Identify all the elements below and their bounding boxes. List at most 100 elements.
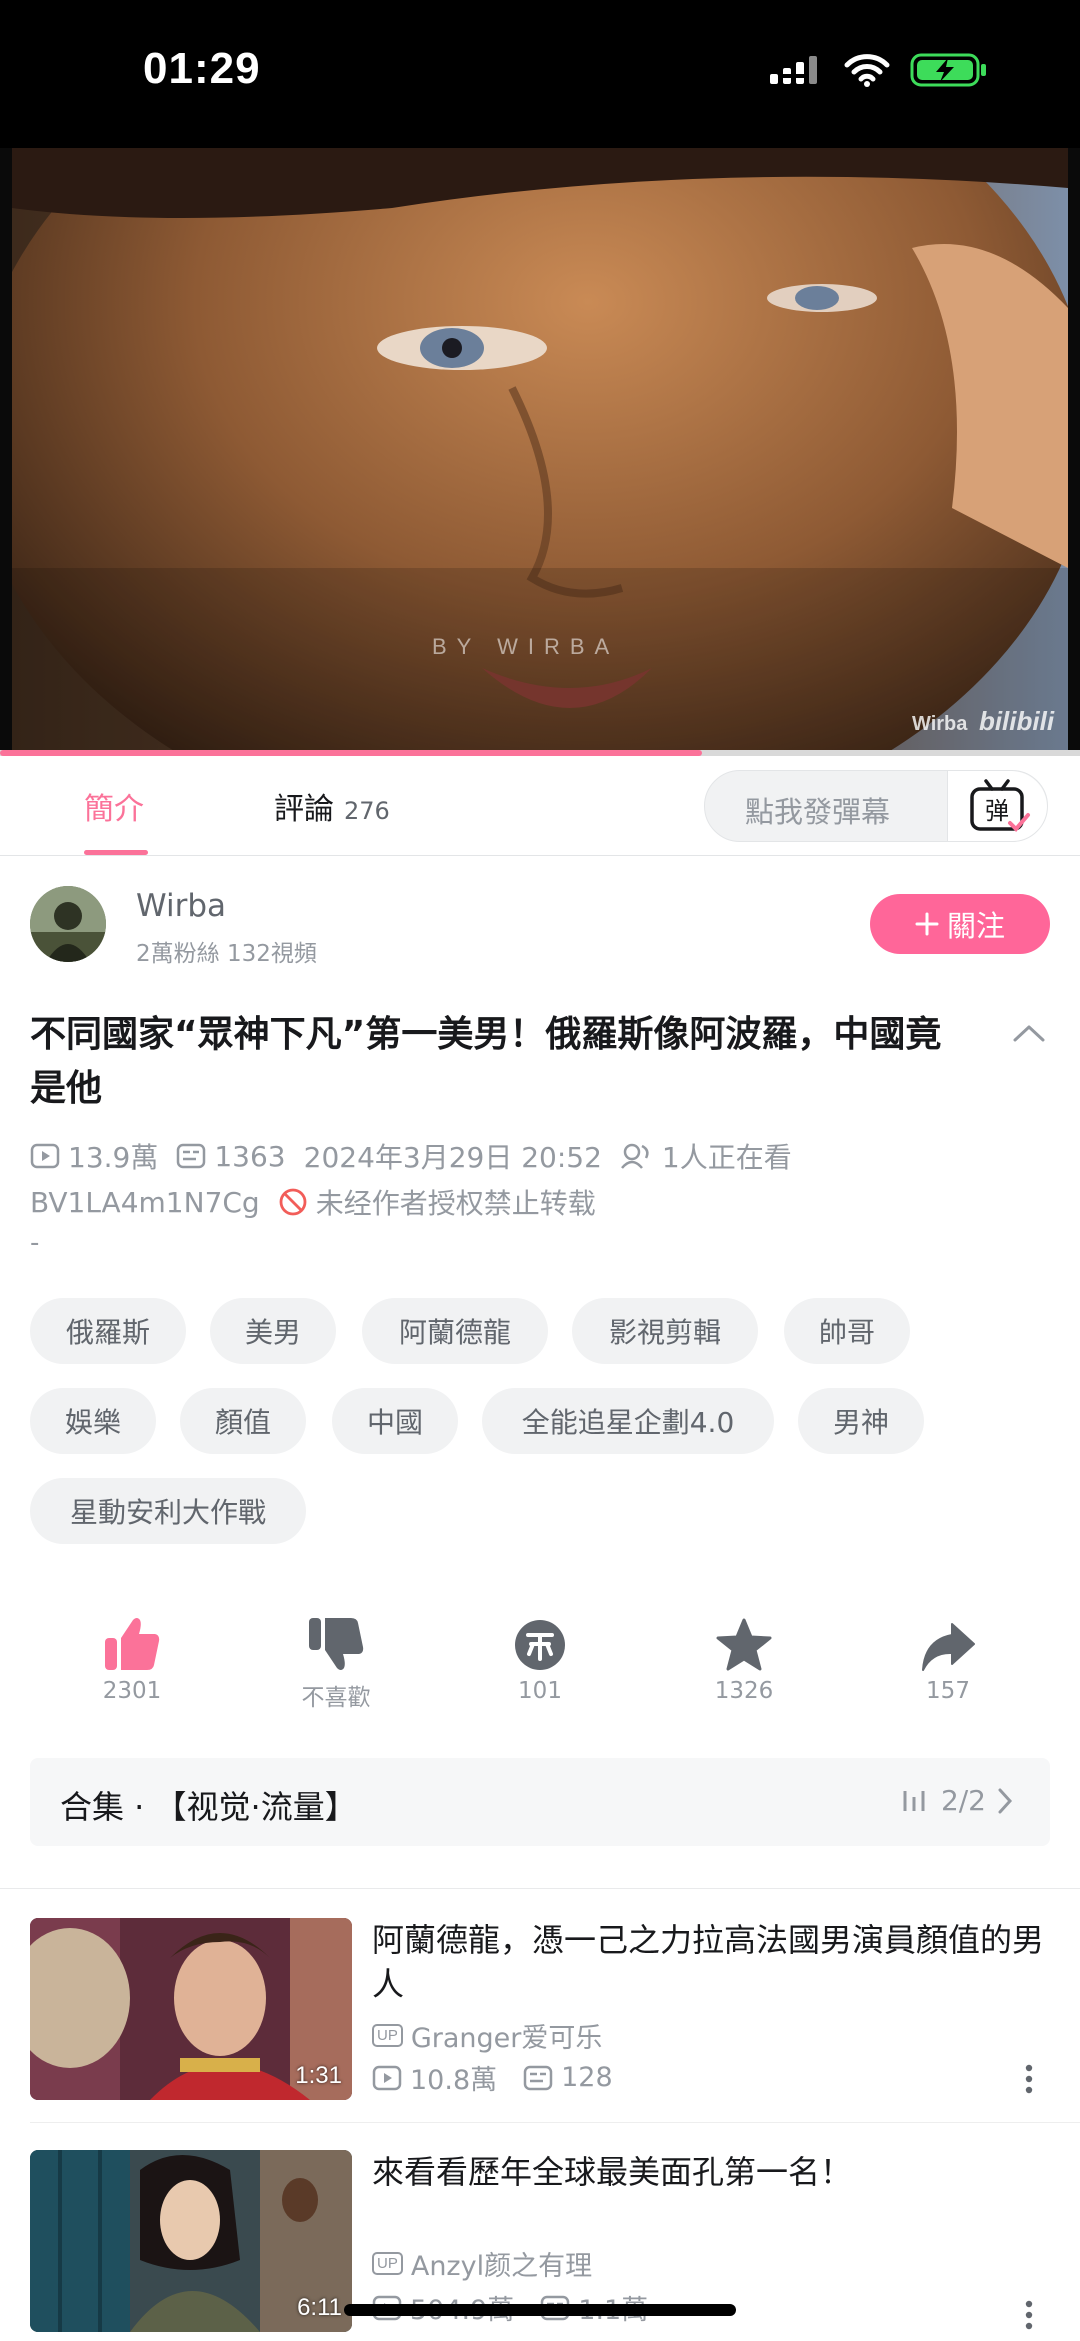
- dislike-label: 不喜歡: [301, 1685, 371, 1711]
- danmaku-input[interactable]: 點我發彈幕: [745, 789, 890, 831]
- tag-item[interactable]: 美男: [210, 1298, 336, 1364]
- follow-button[interactable]: 關注: [870, 894, 1050, 954]
- thumbs-down-icon: [309, 1618, 364, 1670]
- watermark-center: BY WIRBA: [432, 634, 620, 659]
- danmaku-toggle-button[interactable]: 弹: [947, 771, 1047, 841]
- recommended-uploader-name: Anzyl颜之有理: [410, 2251, 593, 2282]
- battery-charging-icon: [910, 53, 986, 87]
- favorite-count: 1326: [714, 1678, 774, 1704]
- bilibili-logo: bilibili: [978, 706, 1055, 736]
- tag-item[interactable]: 星動安利大作戰: [30, 1478, 306, 1544]
- danmaku-toggle-char: 弹: [985, 797, 1009, 825]
- more-options-icon[interactable]: [1024, 2064, 1034, 2094]
- video-id-line: BV1LA4m1N7Cg 未经作者授权禁止转载: [30, 1182, 596, 1222]
- tag-item[interactable]: 顏值: [180, 1388, 306, 1454]
- recommended-title[interactable]: 來看看歷年全球最美面孔第一名！: [372, 2150, 1052, 2194]
- tag-item[interactable]: 影視剪輯: [572, 1298, 758, 1364]
- recommended-uploader[interactable]: UP Anzyl颜之有理: [372, 2244, 592, 2283]
- copyright-notice: 未经作者授权禁止转载: [315, 1187, 596, 1220]
- coin-button[interactable]: 101: [460, 1612, 620, 1704]
- favorite-button[interactable]: 1326: [664, 1612, 824, 1704]
- video-title: 不同國家“眾神下凡”第一美男！俄羅斯像阿波羅，中國竟是他: [30, 1014, 942, 1109]
- coin-count: 101: [518, 1678, 562, 1704]
- danmaku-input-box[interactable]: 點我發彈幕 弹: [704, 770, 1048, 842]
- tab-active-indicator: [84, 850, 148, 855]
- home-indicator[interactable]: [344, 2304, 736, 2316]
- recommended-uploader-name: Granger爱可乐: [410, 2023, 603, 2054]
- avatar[interactable]: [30, 886, 106, 962]
- video-thumbnail[interactable]: 6:11: [30, 2150, 352, 2332]
- video-duration: 6:11: [297, 2294, 342, 2321]
- chevron-up-icon[interactable]: [1012, 1022, 1046, 1044]
- danmaku-count-icon: [523, 2065, 553, 2090]
- like-count: 2301: [102, 1678, 162, 1704]
- share-count: 157: [926, 1678, 970, 1704]
- video-description: -: [30, 1228, 40, 1258]
- recommended-title[interactable]: 阿蘭德龍，憑一己之力拉高法國男演員顏值的男人: [372, 1918, 1052, 2006]
- recommended-danmaku: 128: [561, 2062, 613, 2093]
- tag-item[interactable]: 全能追星企劃4.0: [482, 1388, 774, 1454]
- watermark-author: Wirba bilibili: [912, 706, 1054, 737]
- danmaku-count-icon: [176, 1143, 206, 1169]
- danmaku-count: 1363: [214, 1139, 286, 1173]
- up-badge-icon: UP: [372, 2252, 403, 2275]
- play-count-icon: [372, 2065, 402, 2090]
- tag-item[interactable]: 男神: [798, 1388, 924, 1454]
- video-player[interactable]: BY WIRBA Wirba bilibili: [0, 148, 1080, 756]
- bvid[interactable]: BV1LA4m1N7Cg: [30, 1186, 260, 1219]
- section-divider: [0, 1888, 1080, 1889]
- collection-nav[interactable]: 2/2: [901, 1784, 1014, 1817]
- recommended-video[interactable]: 1:31 阿蘭德龍，憑一己之力拉高法國男演員顏值的男人 UP Granger爱可…: [30, 1918, 1050, 2100]
- tag-item[interactable]: 娛樂: [30, 1388, 156, 1454]
- star-icon: [716, 1618, 772, 1671]
- uploader-name[interactable]: Wirba: [136, 888, 226, 924]
- play-count-icon: [30, 1143, 60, 1169]
- share-button[interactable]: 157: [868, 1612, 1028, 1704]
- collection-bar[interactable]: 合集 · 【视觉·流量】 2/2: [30, 1758, 1050, 1846]
- watermark-author-name: Wirba: [912, 713, 968, 735]
- status-time: 01:29: [143, 44, 261, 93]
- tab-comments-count: 276: [344, 797, 390, 825]
- tag-item[interactable]: 帥哥: [784, 1298, 910, 1364]
- up-badge-icon: UP: [372, 2024, 403, 2047]
- list-divider: [30, 2122, 1080, 2123]
- video-still: [12, 148, 1068, 756]
- tag-item[interactable]: 俄羅斯: [30, 1298, 186, 1364]
- recommended-stats: 10.8萬 128: [372, 2058, 613, 2097]
- recommended-views: 10.8萬: [410, 2065, 498, 2096]
- forbidden-icon: [278, 1187, 308, 1217]
- wifi-icon: [844, 54, 890, 87]
- video-frame: BY WIRBA Wirba bilibili: [12, 148, 1068, 756]
- watching-icon: [620, 1142, 654, 1170]
- video-meta-line: 13.9萬 1363 2024年3月29日 20:52 1人正在看: [30, 1136, 792, 1176]
- episode-list-icon: [903, 1790, 925, 1811]
- uploader-stats: 2萬粉絲 132視頻: [136, 941, 317, 967]
- tab-comments-label: 評論: [274, 792, 334, 827]
- collection-progress: 2/2: [940, 1784, 986, 1817]
- signal-icon: [770, 56, 817, 84]
- danmaku-toggle-icon: 弹: [970, 779, 1030, 832]
- dislike-button[interactable]: 不喜歡: [256, 1612, 416, 1712]
- action-bar: 2301 不喜歡 101 1326 157: [0, 1612, 1080, 1722]
- video-thumbnail[interactable]: 1:31: [30, 1918, 352, 2100]
- more-options-icon[interactable]: [1024, 2300, 1034, 2330]
- watching-count: 1人正在看: [661, 1141, 792, 1174]
- tag-item[interactable]: 阿蘭德龍: [362, 1298, 548, 1364]
- publish-date: 2024年3月29日 20:52: [303, 1141, 602, 1174]
- chevron-right-icon: [998, 1788, 1013, 1813]
- status-icons: [768, 52, 988, 88]
- view-count: 13.9萬: [68, 1141, 159, 1174]
- plus-icon: [915, 912, 939, 936]
- share-icon: [922, 1623, 975, 1671]
- video-duration: 1:31: [295, 2062, 342, 2089]
- tabs-row: 簡介 評論 276 點我發彈幕 弹: [0, 756, 1080, 856]
- recommended-uploader[interactable]: UP Granger爱可乐: [372, 2016, 602, 2055]
- like-button[interactable]: 2301: [52, 1612, 212, 1704]
- follow-label: 關注: [946, 909, 1005, 943]
- uploader-row: Wirba 2萬粉絲 132視頻 關注: [30, 886, 1050, 967]
- tab-comments[interactable]: 評論 276: [274, 784, 390, 828]
- coin-icon: [515, 1620, 565, 1670]
- tab-intro[interactable]: 簡介: [84, 784, 144, 828]
- tag-item[interactable]: 中國: [332, 1388, 458, 1454]
- collection-title: 合集 · 【视觉·流量】: [60, 1788, 357, 1826]
